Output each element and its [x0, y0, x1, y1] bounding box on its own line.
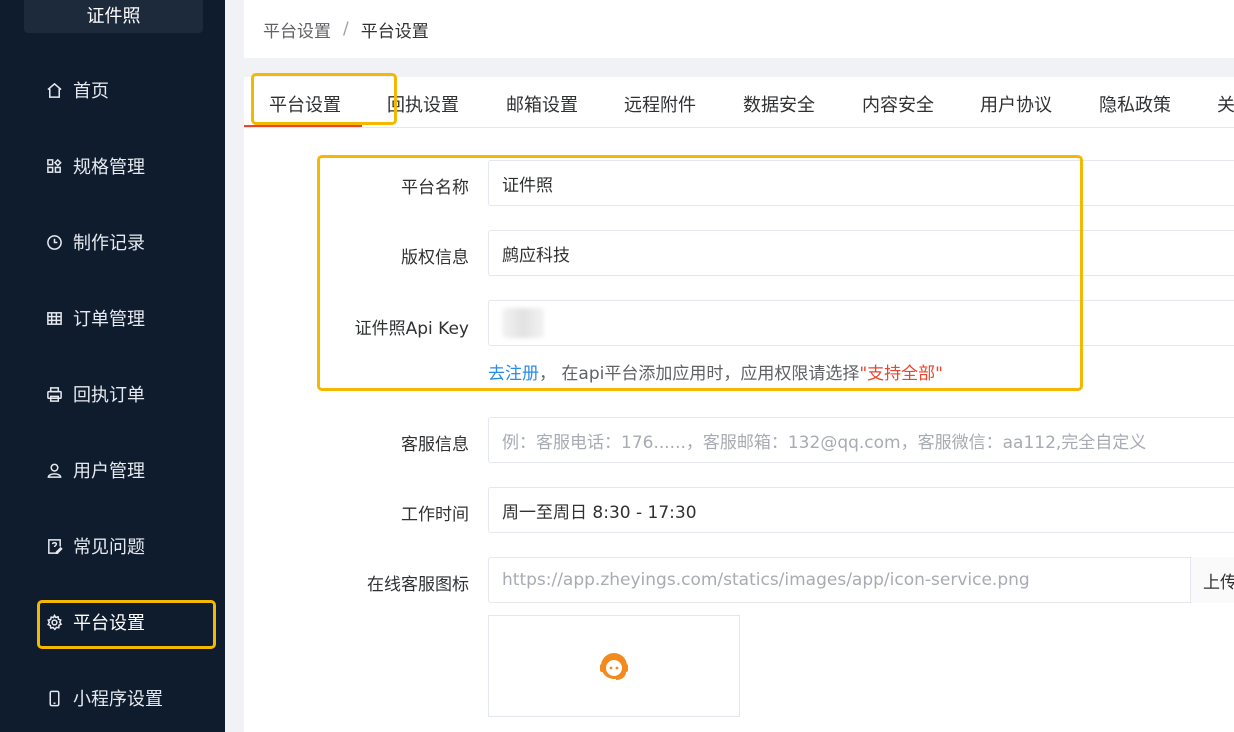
sidebar-item-specs[interactable]: 规格管理 — [0, 144, 225, 188]
copyright-label: 版权信息 — [401, 248, 469, 268]
sidebar-item-orders[interactable]: 订单管理 — [0, 296, 225, 340]
sidebar-item-label: 规格管理 — [73, 157, 145, 178]
service-icon-label: 在线客服图标 — [367, 575, 469, 595]
sidebar-item-label: 用户管理 — [73, 461, 145, 482]
sidebar-item-label: 订单管理 — [73, 309, 145, 330]
table-icon — [45, 309, 63, 327]
sidebar-item-users[interactable]: 用户管理 — [0, 448, 225, 492]
clock-icon — [45, 233, 63, 251]
phone-icon — [45, 689, 63, 707]
api-key-input[interactable] — [488, 300, 1234, 346]
hint-text: ， 在api平台添加应用时，应用权限请选择 — [539, 364, 860, 384]
sidebar-item-receipt-orders[interactable]: 回执订单 — [0, 372, 225, 416]
tab-bar: 平台设置 回执设置 邮箱设置 远程附件 数据安全 内容安全 用户协议 隐私政策 … — [244, 77, 1234, 128]
service-info-input[interactable]: 例：客服电话：176......，客服邮箱：132@qq.com，客服微信：aa… — [488, 417, 1234, 463]
sidebar-item-label: 平台设置 — [73, 613, 145, 634]
sidebar-item-label: 回执订单 — [73, 385, 145, 406]
sidebar-item-home[interactable]: 首页 — [0, 68, 225, 112]
service-icon-url-input[interactable]: https://app.zheyings.com/statics/images/… — [488, 557, 1234, 603]
redacted-value — [502, 308, 544, 338]
copyright-input[interactable]: 鹧应科技 — [488, 230, 1234, 276]
breadcrumb-separator: / — [343, 19, 349, 39]
sidebar-item-label: 小程序设置 — [73, 689, 163, 710]
work-time-input[interactable]: 周一至周日 8:30 - 17:30 — [488, 487, 1234, 533]
tab-data-security[interactable]: 数据安全 — [743, 91, 815, 117]
grid-icon — [45, 157, 63, 175]
platform-name-label: 平台名称 — [401, 178, 469, 198]
printer-icon — [45, 385, 63, 403]
sidebar-item-miniprogram[interactable]: 小程序设置 — [0, 676, 225, 720]
sidebar: 证件照 首页 规格管理 制作记录 订单管理 回执订单 用户管理 常见问题 平台设… — [0, 0, 225, 732]
tab-more[interactable]: 关 — [1217, 91, 1234, 117]
home-icon — [45, 81, 63, 99]
register-link[interactable]: 去注册 — [488, 364, 539, 384]
sidebar-item-label: 制作记录 — [73, 233, 145, 254]
work-time-label: 工作时间 — [401, 505, 469, 525]
breadcrumb-parent[interactable]: 平台设置 — [263, 17, 331, 42]
question-edit-icon — [45, 537, 63, 555]
breadcrumb: 平台设置 / 平台设置 — [244, 0, 1234, 58]
settings-panel: 平台设置 回执设置 邮箱设置 远程附件 数据安全 内容安全 用户协议 隐私政策 … — [244, 77, 1234, 732]
api-key-hint: 去注册， 在api平台添加应用时，应用权限请选择"支持全部" — [488, 359, 943, 384]
sidebar-item-platform-settings[interactable]: 平台设置 — [0, 600, 225, 644]
tab-remote-attachments[interactable]: 远程附件 — [624, 91, 696, 117]
platform-name-input[interactable]: 证件照 — [488, 160, 1234, 206]
sidebar-item-label: 常见问题 — [73, 537, 145, 558]
sidebar-item-label: 首页 — [73, 81, 109, 102]
api-key-label: 证件照Api Key — [354, 319, 469, 339]
headset-service-icon — [600, 653, 628, 680]
tab-email-settings[interactable]: 邮箱设置 — [506, 91, 578, 117]
sidebar-item-records[interactable]: 制作记录 — [0, 220, 225, 264]
tab-receipt-settings[interactable]: 回执设置 — [387, 91, 459, 117]
app-logo: 证件照 — [24, 0, 203, 33]
tab-content-security[interactable]: 内容安全 — [862, 91, 934, 117]
hint-emphasis: "支持全部" — [859, 364, 943, 384]
service-icon-preview — [488, 615, 740, 717]
tab-user-agreement[interactable]: 用户协议 — [980, 91, 1052, 117]
active-tab-indicator — [244, 125, 362, 127]
tab-platform-settings[interactable]: 平台设置 — [269, 91, 341, 117]
service-info-label: 客服信息 — [401, 435, 469, 455]
tab-privacy-policy[interactable]: 隐私政策 — [1099, 91, 1171, 117]
sidebar-item-faq[interactable]: 常见问题 — [0, 524, 225, 568]
breadcrumb-current: 平台设置 — [360, 21, 429, 42]
upload-button[interactable]: 上传 — [1190, 557, 1234, 603]
gear-icon — [45, 613, 63, 631]
user-icon — [45, 461, 63, 479]
